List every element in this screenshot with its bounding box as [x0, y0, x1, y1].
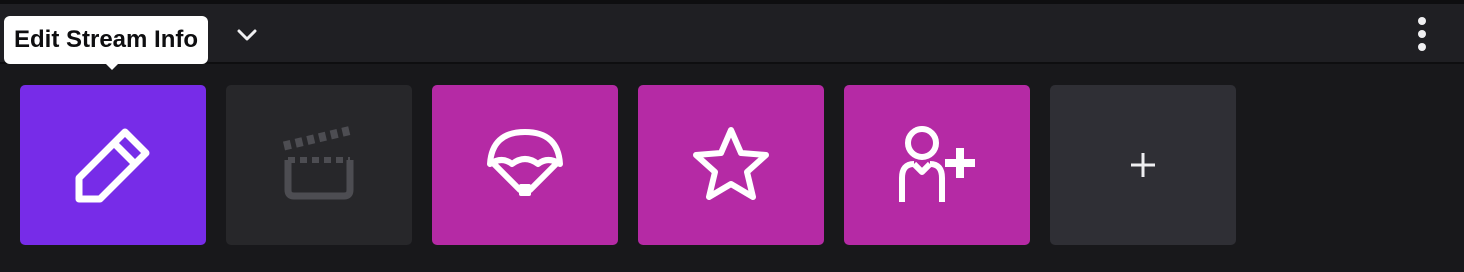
tooltip-arrow — [104, 62, 120, 70]
clip-tile[interactable] — [226, 85, 412, 245]
collapse-button[interactable] — [228, 18, 266, 56]
clapperboard-icon — [274, 120, 364, 210]
favorite-tile[interactable] — [638, 85, 824, 245]
chevron-down-icon — [234, 22, 260, 53]
tooltip: Edit Stream Info — [4, 16, 209, 64]
add-user-icon — [892, 120, 982, 210]
edit-stream-info-tile[interactable] — [20, 85, 206, 245]
more-options-button[interactable] — [1402, 14, 1442, 58]
add-action-tile[interactable] — [1050, 85, 1236, 245]
panel-header — [0, 4, 1464, 64]
parachute-icon — [480, 120, 570, 210]
follow-tile[interactable] — [844, 85, 1030, 245]
more-vertical-icon — [1416, 16, 1428, 57]
pencil-icon — [68, 120, 158, 210]
star-icon — [686, 120, 776, 210]
plus-icon — [1128, 150, 1158, 180]
quick-actions-panel: Edit Stream Info — [0, 0, 1464, 272]
drops-tile[interactable] — [432, 85, 618, 245]
